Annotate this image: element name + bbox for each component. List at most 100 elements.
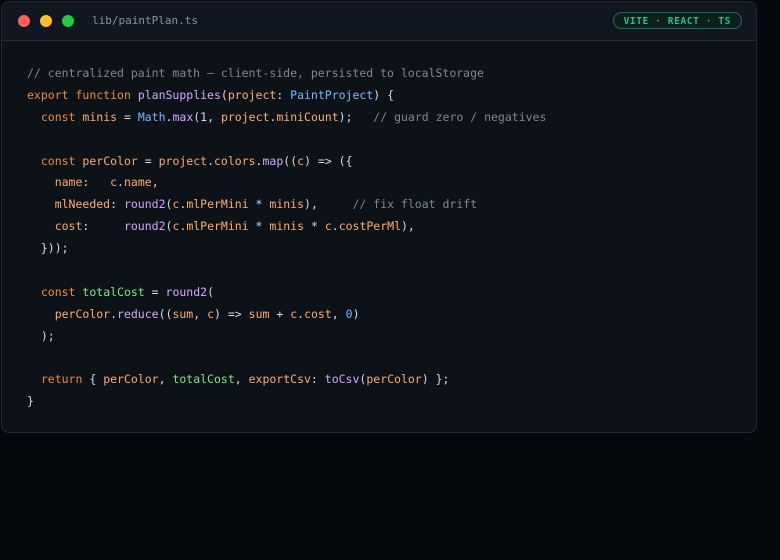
- code-token: mlNeeded: [54, 197, 111, 212]
- code-token: +: [269, 306, 291, 321]
- code-comment: // centralized paint math — client-side,…: [27, 66, 484, 80]
- code-token: max: [172, 109, 194, 124]
- code-token: sum: [248, 306, 270, 321]
- code-token: c: [110, 175, 118, 190]
- code-line: const totalCost = round2(: [27, 282, 546, 304]
- code-token: :: [310, 372, 325, 387]
- code-token: );: [27, 328, 55, 343]
- code-token: =: [117, 109, 138, 124]
- code-token: :: [82, 219, 124, 234]
- code-token: round2: [123, 219, 166, 234]
- code-token: round2: [165, 284, 208, 299]
- code-line: perColor.reduce((sum, c) => sum + c.cost…: [27, 304, 546, 326]
- window-titlebar: lib/paintPlan.ts VITE · REACT · TS: [2, 2, 756, 41]
- code-token: totalCost: [172, 372, 235, 387]
- code-token: 0: [345, 306, 353, 321]
- code-token: ): [352, 306, 360, 321]
- code-token: project: [220, 109, 270, 124]
- code-token: ,: [234, 372, 249, 387]
- close-window-button[interactable]: [18, 15, 30, 27]
- code-line: cost: round2(c.mlPerMini * minis * c.cos…: [27, 216, 546, 238]
- code-token: colors: [214, 153, 256, 168]
- code-token: ,: [151, 175, 159, 190]
- code-token: ((: [283, 153, 298, 168]
- code-token: .: [117, 175, 124, 190]
- code-token: const: [40, 153, 76, 168]
- code-token: *: [248, 219, 270, 234]
- code-token: (1,: [193, 109, 221, 124]
- code-token: toCsv: [324, 372, 360, 387]
- code-token: }));: [27, 241, 69, 256]
- code-line: return { perColor, totalCost, exportCsv:…: [27, 369, 546, 391]
- code-window: lib/paintPlan.ts VITE · REACT · TS // ce…: [1, 1, 757, 433]
- code-token: function: [75, 87, 131, 102]
- code-token: (: [220, 87, 228, 102]
- code-token: project: [227, 87, 277, 102]
- maximize-window-button[interactable]: [62, 15, 74, 27]
- code-token: cost: [54, 219, 83, 234]
- code-token: :: [110, 197, 124, 212]
- code-line: }: [27, 391, 546, 413]
- code-token: exportCsv: [248, 372, 311, 387]
- code-token: const: [40, 284, 76, 299]
- code-token: }: [27, 394, 34, 409]
- code-token: (: [207, 284, 214, 299]
- code-comment: // fix float drift: [352, 197, 478, 212]
- code-line: }));: [27, 238, 546, 260]
- code-token: costPerMl: [338, 219, 401, 234]
- code-token: ) };: [421, 372, 450, 387]
- code-token: perColor: [366, 372, 422, 387]
- code-token: perColor: [82, 153, 138, 168]
- code-token: name: [54, 175, 83, 190]
- code-token: totalCost: [82, 284, 145, 299]
- code-token: miniCount: [276, 109, 339, 124]
- code-block: // centralized paint math — client-side,…: [27, 63, 546, 413]
- code-token: planSupplies: [137, 87, 221, 102]
- code-token: ),: [401, 219, 415, 234]
- code-token: :: [82, 175, 111, 190]
- code-comment: // guard zero / negatives: [373, 109, 547, 124]
- code-token: cost: [304, 306, 332, 321]
- code-token: minis: [269, 197, 305, 212]
- code-token: ,: [331, 306, 346, 321]
- code-line: mlNeeded: round2(c.mlPerMini * minis), /…: [27, 194, 546, 216]
- code-token: minis: [82, 109, 118, 124]
- code-token: =: [137, 153, 159, 168]
- code-token: const: [40, 109, 76, 124]
- code-line: export function planSupplies(project: Pa…: [27, 85, 546, 107]
- code-token: c: [207, 306, 215, 321]
- code-token: perColor: [103, 372, 159, 387]
- code-token: ) =>: [214, 306, 249, 321]
- code-token: mlPerMini: [186, 219, 249, 234]
- code-token: .: [110, 306, 118, 321]
- code-token: name: [123, 175, 152, 190]
- code-token: ,: [193, 306, 208, 321]
- code-token: c: [324, 219, 332, 234]
- code-line: const minis = Math.max(1, project.miniCo…: [27, 107, 547, 129]
- code-line: name: c.name,: [27, 172, 546, 194]
- minimize-window-button[interactable]: [40, 15, 52, 27]
- code-token: round2: [123, 197, 166, 212]
- code-token: PaintProject: [290, 87, 374, 102]
- code-token: project: [158, 153, 208, 168]
- tech-stack-badge: VITE · REACT · TS: [612, 12, 742, 29]
- code-line: );: [27, 326, 546, 348]
- code-token: ((: [158, 306, 173, 321]
- code-token: .: [207, 153, 214, 168]
- code-token: ) => ({: [304, 153, 353, 168]
- code-token: sum: [172, 306, 194, 321]
- code-token: {: [82, 372, 104, 387]
- file-path: lib/paintPlan.ts: [92, 14, 198, 27]
- code-token: Math: [137, 109, 166, 124]
- code-token: *: [248, 197, 270, 212]
